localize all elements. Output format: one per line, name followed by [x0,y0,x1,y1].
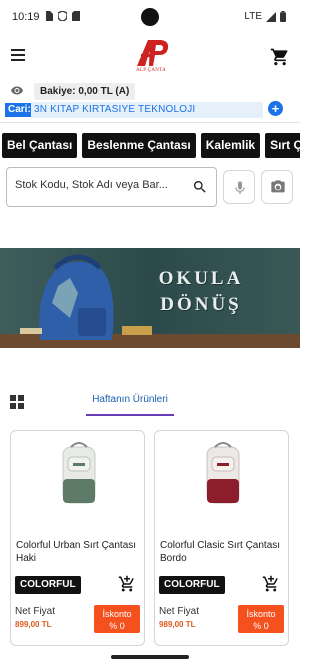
shield-icon [58,11,67,21]
category-chip[interactable]: Beslenme Çantası [82,133,196,158]
sd-card-icon [72,11,80,21]
voice-search-button[interactable] [223,170,255,204]
price-label: Net Fiyat [159,606,200,617]
status-time: 10:19 [12,11,40,23]
product-name: Colorful Urban Sırt Çantası Haki [16,540,137,564]
gesture-nav-bar[interactable] [111,655,189,659]
divider [0,122,300,123]
balance-text: Bakiye: 0,00 TL (A) [34,83,136,100]
app-header: ALP ÇANTA [0,36,300,82]
category-chip[interactable]: Bel Çantası [2,133,78,158]
category-chip[interactable]: Sırt Çantası [265,133,300,158]
cari-value[interactable]: 3N KITAP KIRTASIYE TEKNOLOJI [31,102,263,118]
battery-icon [280,11,286,22]
search-box [6,167,217,207]
cari-label: Cari: [5,103,34,117]
product-image [62,442,96,504]
tab-weekly-products[interactable]: Haftanın Ürünleri [86,394,174,405]
product-name: Colorful Clasic Sırt Çantası Bordo [160,540,281,564]
cari-row: Cari: 3N KITAP KIRTASIYE TEKNOLOJI [0,101,300,119]
add-to-cart-icon[interactable] [262,575,280,593]
product-price: 899,00 TL [15,620,52,629]
camera-search-button[interactable] [261,170,293,204]
price-label: Net Fiyat [15,606,56,617]
logo-text: ALP ÇANTA [135,68,167,73]
tab-row: Haftanın Ürünleri [0,391,300,419]
status-bar: 10:19 LTE [0,0,300,36]
grid-view-icon[interactable] [10,395,24,409]
banner-title-line1: OKULA [158,268,244,289]
category-chip[interactable]: Kalemlik [200,133,261,158]
discount-value: % 0 [109,621,125,631]
product-image [206,442,240,504]
sim-card-icon [46,11,53,21]
discount-badge: İskonto % 0 [238,605,284,633]
product-card[interactable]: Colorful Clasic Sırt Çantası Bordo COLOR… [154,430,289,646]
discount-badge: İskonto % 0 [94,605,140,633]
cart-icon[interactable] [270,47,290,72]
signal-icon [266,11,276,22]
promo-banner[interactable]: OKULA DÖNÜŞ [0,248,300,348]
network-type: LTE [244,11,262,22]
eye-icon[interactable] [11,86,23,95]
product-price: 989,00 TL [159,620,196,629]
add-to-cart-icon[interactable] [118,575,136,593]
category-chips: Bel Çantası Beslenme Çantası Kalemlik Sırt … [2,133,300,159]
discount-label: İskonto [246,609,276,619]
search-icon[interactable] [192,179,208,195]
balance-row: Bakiye: 0,00 TL (A) [0,82,300,100]
product-card[interactable]: Colorful Urban Sırt Çantası Haki COLORFU… [10,430,145,646]
discount-label: İskonto [102,609,132,619]
banner-title-line2: DÖNÜŞ [160,294,242,315]
brand-logo[interactable]: ALP ÇANTA [131,38,171,80]
microphone-icon [235,181,245,194]
discount-value: % 0 [253,621,269,631]
brand-badge: COLORFUL [15,576,81,594]
add-cari-button[interactable]: + [268,101,283,116]
camera-icon [271,180,285,193]
menu-icon[interactable] [11,49,29,65]
camera-cutout [141,8,159,26]
tab-indicator [86,414,174,416]
search-input[interactable] [15,179,187,191]
brand-badge: COLORFUL [159,576,225,594]
